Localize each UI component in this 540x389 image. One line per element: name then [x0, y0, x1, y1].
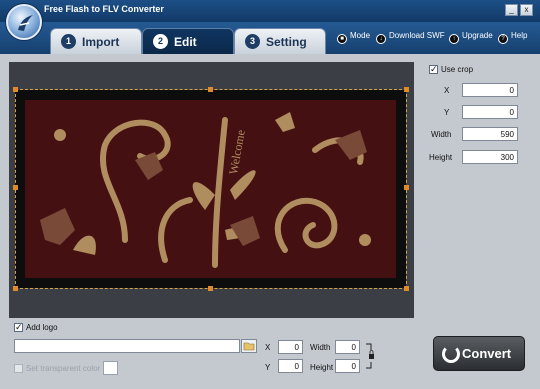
help-link[interactable]: ? Help — [498, 30, 528, 44]
logo-x-label: X — [265, 343, 271, 352]
tab-setting-number: 3 — [245, 34, 260, 49]
minimize-button[interactable]: _ — [505, 4, 518, 16]
convert-icon — [442, 345, 460, 363]
help-label: Help — [511, 31, 528, 40]
logo-width-label: Width — [310, 343, 331, 352]
crop-x-label: X — [444, 86, 450, 95]
crop-width-label: Width — [431, 130, 452, 139]
crop-y-label: Y — [444, 108, 450, 117]
header-bar: 1 Import 2 Edit 3 Setting ■ Mode ↓ Download S… — [0, 22, 540, 54]
window-title: Free Flash to FLV Converter — [44, 4, 164, 14]
download-icon: ↓ — [376, 34, 386, 44]
crop-x-field[interactable]: 0 — [462, 83, 518, 97]
tab-edit-number: 2 — [153, 34, 168, 49]
logo-width-field[interactable]: 0 — [335, 340, 360, 354]
download-swf-label: Download SWF — [389, 31, 445, 40]
title-bar: Free Flash to FLV Converter _ x — [0, 0, 540, 22]
crop-height-field[interactable]: 300 — [462, 150, 518, 164]
add-logo-label: Add logo — [26, 323, 58, 332]
crop-width-field[interactable]: 590 — [462, 127, 518, 141]
crop-handle-left[interactable] — [13, 185, 18, 190]
app-logo-icon — [6, 4, 42, 40]
tab-setting-label: Setting — [266, 35, 307, 49]
transparent-color-checkbox[interactable] — [14, 364, 23, 373]
crop-handle-top[interactable] — [208, 87, 213, 92]
crop-frame[interactable] — [15, 89, 407, 289]
crop-handle-right[interactable] — [404, 185, 409, 190]
upgrade-label: Upgrade — [462, 31, 493, 40]
close-button[interactable]: x — [520, 4, 533, 16]
tab-setting[interactable]: 3 Setting — [234, 28, 326, 54]
logo-y-field[interactable]: 0 — [278, 359, 303, 373]
logo-height-label: Height — [310, 363, 334, 372]
transparent-color-label: Set transparent color — [26, 364, 101, 373]
browse-folder-button[interactable] — [241, 339, 257, 353]
crop-handle-bottom-right[interactable] — [404, 286, 409, 291]
help-icon: ? — [498, 34, 508, 44]
logo-file-path-input[interactable] — [14, 339, 240, 353]
crop-handle-top-left[interactable] — [13, 87, 18, 92]
logo-height-field[interactable]: 0 — [335, 359, 360, 373]
download-swf-link[interactable]: ↓ Download SWF — [376, 30, 445, 44]
mode-link[interactable]: ■ Mode — [337, 30, 371, 44]
tab-edit-label: Edit — [174, 35, 197, 49]
use-crop-label: Use crop — [441, 65, 474, 74]
crop-handle-bottom[interactable] — [208, 286, 213, 291]
tab-import-label: Import — [82, 35, 120, 49]
crop-y-field[interactable]: 0 — [462, 105, 518, 119]
add-logo-checkbox[interactable] — [14, 322, 23, 333]
logo-y-label: Y — [265, 363, 271, 372]
mode-label: Mode — [350, 31, 371, 40]
folder-icon — [243, 342, 255, 351]
lock-aspect-icon[interactable] — [364, 343, 376, 369]
tab-edit[interactable]: 2 Edit — [142, 28, 234, 54]
upgrade-link[interactable]: ↑ Upgrade — [449, 30, 493, 44]
convert-button[interactable]: Convert — [433, 336, 525, 371]
crop-handle-bottom-left[interactable] — [13, 286, 18, 291]
tab-import-number: 1 — [61, 34, 76, 49]
transparent-color-swatch[interactable] — [103, 361, 118, 375]
convert-label: Convert — [462, 346, 512, 361]
tab-import[interactable]: 1 Import — [50, 28, 142, 54]
upgrade-icon: ↑ — [449, 34, 459, 44]
crop-handle-top-right[interactable] — [404, 87, 409, 92]
use-crop-checkbox[interactable] — [429, 64, 438, 75]
crop-height-label: Height — [429, 153, 453, 162]
logo-x-field[interactable]: 0 — [278, 340, 303, 354]
mode-icon: ■ — [337, 34, 347, 44]
